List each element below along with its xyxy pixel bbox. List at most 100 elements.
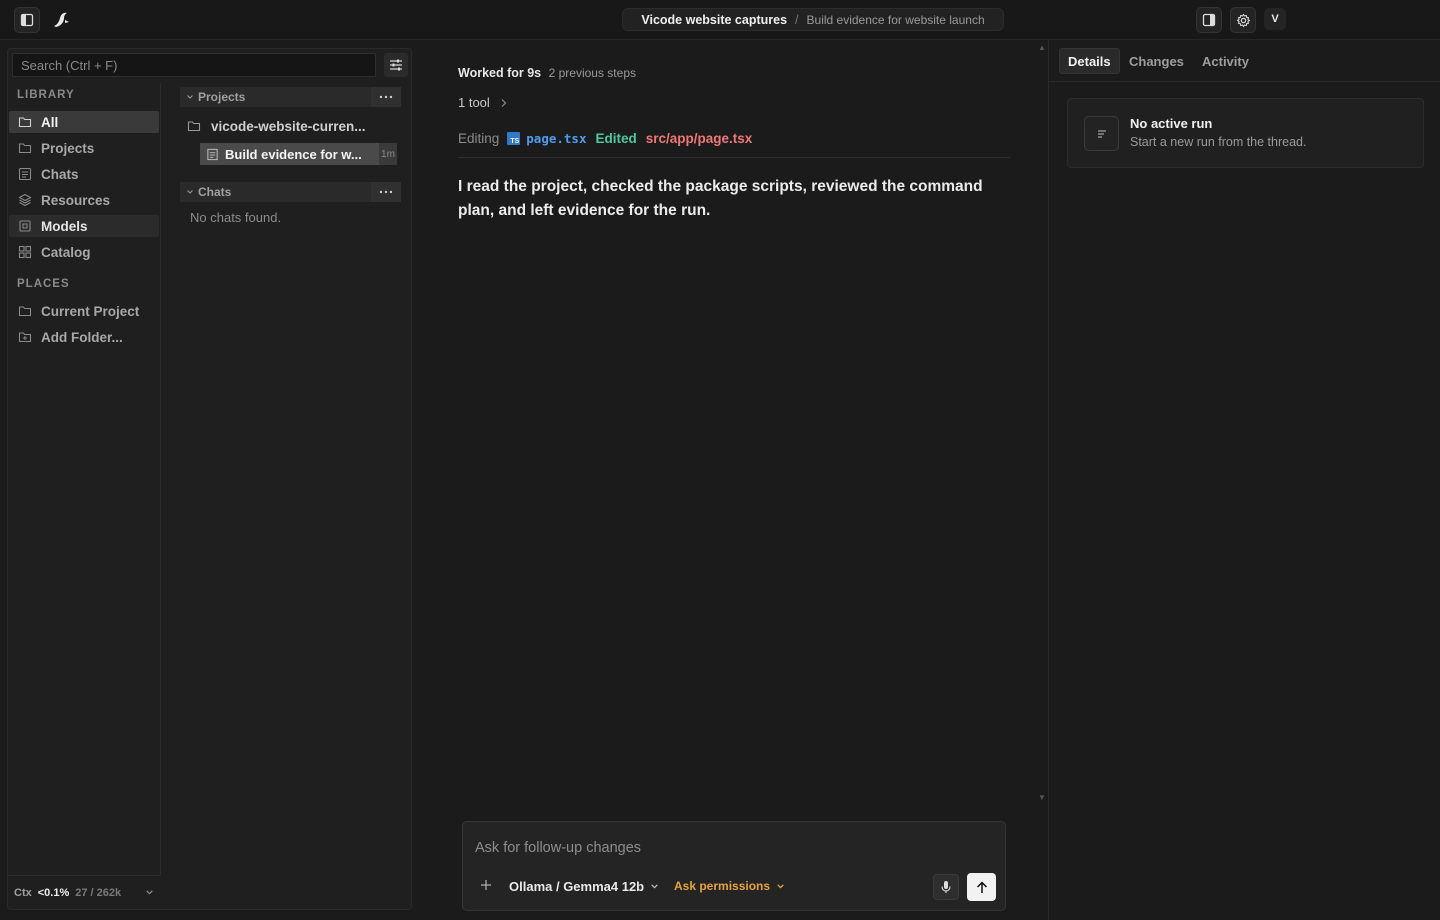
edited-label: Edited [595,131,637,146]
projects-group-label: Projects [198,90,246,104]
places-section-label: PLACES [17,278,70,290]
layers-icon [18,193,32,207]
tab-changes[interactable]: Changes [1121,48,1192,74]
worked-summary[interactable]: Worked for 9s 2 previous steps [458,66,636,80]
edit-summary: Editing TS page.tsx Edited src/app/page.… [458,131,752,146]
library-section-label: LIBRARY [17,89,75,101]
app-logo [48,7,74,33]
toggle-right-panel-button[interactable] [1196,7,1222,33]
thread-age: 1m [379,143,397,165]
nav-item-label: Add Folder... [41,329,123,345]
cpu-icon [19,220,31,232]
editing-label: Editing [458,131,500,146]
assistant-message: I read the project, checked the package … [458,178,983,219]
run-status-subtitle: Start a new run from the thread. [1130,135,1307,149]
folder-icon [18,306,32,317]
projects-more-button[interactable] [371,87,401,107]
chevron-down-icon [651,884,658,889]
context-usage-footer[interactable]: Ctx <0.1% 27 / 262k [8,875,160,909]
tab-activity[interactable]: Activity [1194,48,1257,74]
chats-group-header[interactable]: Chats [180,182,401,202]
plus-icon [481,880,491,890]
nav-item-all[interactable]: All [9,111,159,133]
filter-button[interactable] [384,53,408,77]
active-thread-label: Build evidence for w... [225,146,362,162]
add-attachment-button[interactable] [479,878,495,892]
nav-item-label: All [41,114,59,130]
column-divider[interactable] [160,83,161,875]
chevron-down-icon [777,883,784,889]
active-thread-item[interactable]: Build evidence for w... 1m [200,143,397,165]
send-button[interactable] [967,873,996,901]
nav-item-label: Current Project [41,303,140,319]
follow-up-input[interactable] [475,837,995,859]
breadcrumb-thread[interactable]: Build evidence for website launch [807,13,985,27]
chevron-down-icon [187,190,193,194]
left-sidebar: LIBRARY All Projects Chats Resources Mod… [7,48,412,910]
model-selector[interactable]: Ollama / Gemma4 12b [509,879,659,894]
microphone-icon [941,881,951,893]
thread-view: ▲ Worked for 9s 2 previous steps 1 tool … [420,40,1048,920]
chats-more-button[interactable] [371,182,401,202]
settings-button[interactable] [1230,7,1256,33]
scroll-down-arrow[interactable]: ▼ [1038,793,1046,802]
folder-icon [18,117,32,128]
project-folder-item[interactable]: vicode-website-curren... [187,116,397,136]
right-panel-tabs: Details Changes Activity [1049,40,1440,82]
project-folder-label: vicode-website-curren... [211,118,366,134]
nav-item-catalog[interactable]: Catalog [9,241,159,263]
nav-item-label: Chats [41,166,79,182]
sliders-icon [390,59,402,71]
nav-item-add-folder[interactable]: Add Folder... [9,326,159,348]
nav-item-label: Catalog [41,244,91,260]
edited-file-link[interactable]: page.tsx [526,131,586,146]
empty-chats-message: No chats found. [190,210,282,225]
right-panel: Details Changes Activity No active run S… [1048,40,1440,920]
nav-item-label: Models [41,218,88,234]
nav-item-projects[interactable]: Projects [9,137,159,159]
nav-item-models[interactable]: Models [9,215,159,237]
microphone-button[interactable] [933,874,959,900]
tab-details[interactable]: Details [1059,48,1120,74]
ctx-label: Ctx [14,886,32,899]
nav-item-chats[interactable]: Chats [9,163,159,185]
divider [458,157,1010,158]
run-status-icon [1084,116,1119,151]
chevron-down-icon [187,95,193,99]
breadcrumb[interactable]: Vicode website captures / Build evidence… [622,8,1004,31]
more-horizontal-icon [379,95,393,99]
user-avatar[interactable]: V [1264,8,1286,30]
tool-summary[interactable]: 1 tool [458,95,508,110]
breadcrumb-separator: / [795,12,799,27]
worked-duration: Worked for 9s [458,66,542,80]
edited-path-link[interactable]: src/app/page.tsx [646,131,753,146]
permissions-selector[interactable]: Ask permissions [674,879,785,893]
folder-plus-icon [18,332,32,343]
chevron-right-icon [501,98,507,107]
document-icon [207,148,218,160]
folder-icon [187,121,201,132]
scroll-up-arrow[interactable]: ▲ [1038,43,1046,52]
grid-icon [18,245,32,259]
breadcrumb-project[interactable]: Vicode website captures [641,13,787,27]
nav-item-resources[interactable]: Resources [9,189,159,211]
model-selector-label: Ollama / Gemma4 12b [509,879,645,894]
ctx-tokens: 27 / 262k [75,886,122,899]
projects-group-header[interactable]: Projects [180,87,401,107]
sidebar-icon [20,13,34,27]
typescript-file-icon: TS [507,132,521,145]
list-icon [1097,129,1106,138]
chats-group-label: Chats [198,185,232,199]
panel-right-icon [1202,13,1216,27]
previous-steps: 2 previous steps [548,66,636,80]
nav-item-label: Resources [41,192,111,208]
run-status-title: No active run [1130,116,1213,131]
toggle-sidebar-button[interactable] [14,7,40,33]
library-column: LIBRARY All Projects Chats Resources Mod… [8,83,160,875]
arrow-up-icon [976,880,987,893]
search-input[interactable] [12,53,376,77]
run-status-card: No active run Start a new run from the t… [1067,98,1424,168]
chevron-down-icon [146,890,153,895]
nav-item-current-project[interactable]: Current Project [9,300,159,322]
more-horizontal-icon [379,190,393,194]
